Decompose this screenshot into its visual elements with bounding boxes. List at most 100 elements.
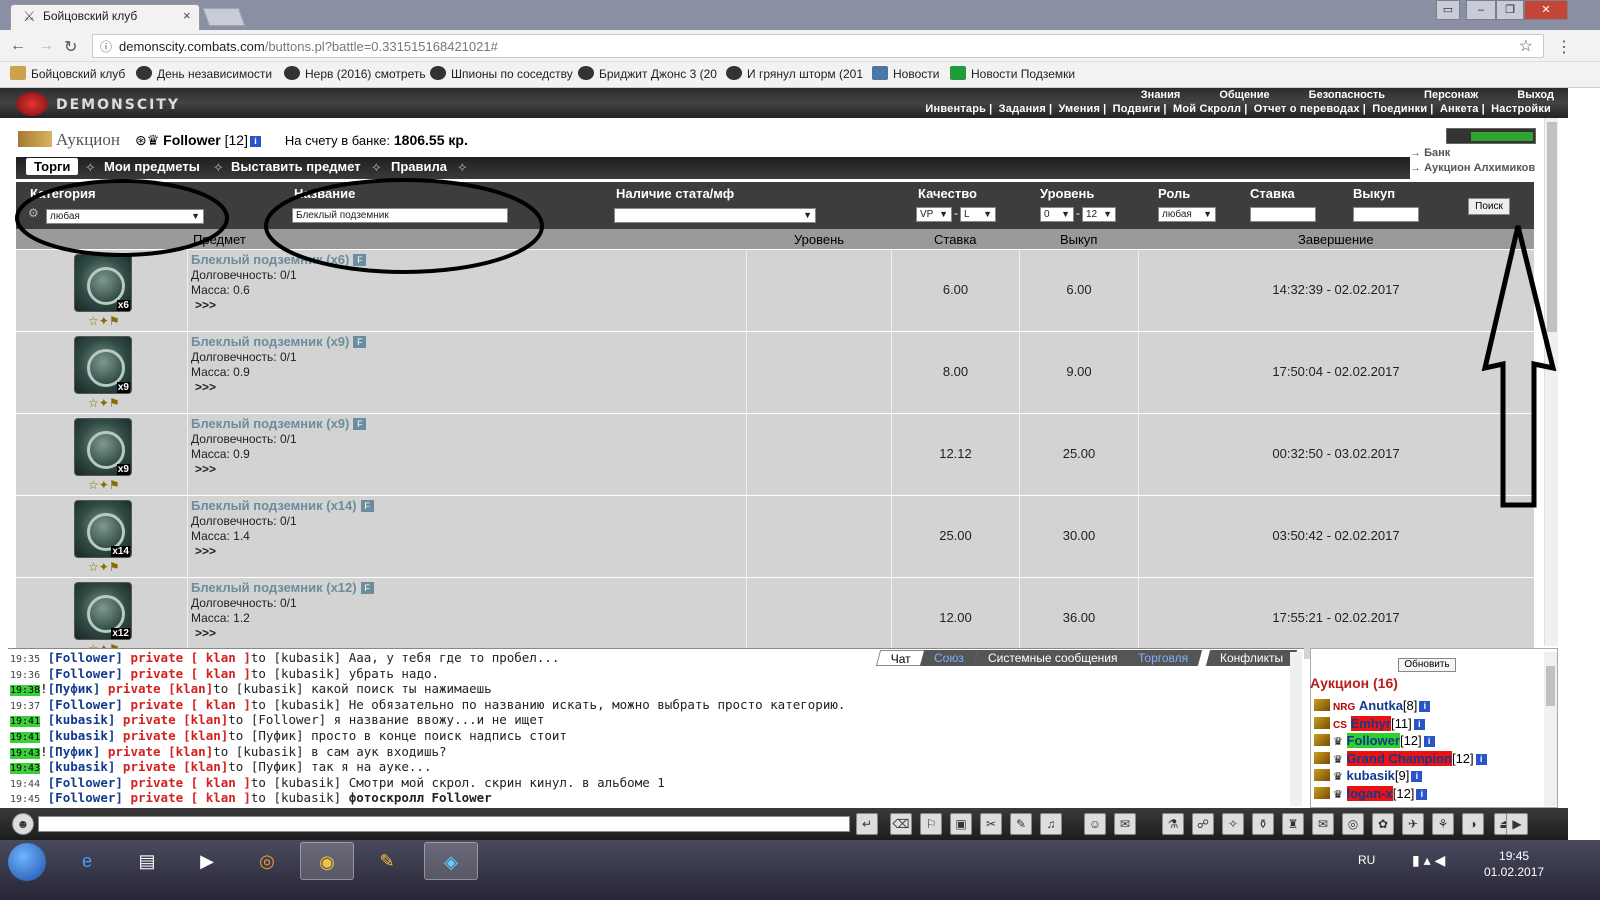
target-icon[interactable]: ◎ <box>1342 813 1364 835</box>
chat-tab-conflicts[interactable]: Конфликты <box>1205 650 1298 666</box>
side-link-bank[interactable]: → Банк <box>1410 146 1538 161</box>
address-bar[interactable]: ⓘ demonscity.combats.com/buttons.pl?batt… <box>92 34 1544 58</box>
chat-private-tag[interactable]: private [ klan ] <box>130 650 250 665</box>
chat-private-tag[interactable]: private [ klan ] <box>130 790 250 805</box>
chat-recipient[interactable]: to [kubasik] <box>213 681 303 696</box>
chat-time[interactable]: 19:45 <box>10 794 40 805</box>
item-more-link[interactable]: >>> <box>195 380 366 395</box>
chat-recipient[interactable]: to [Follower] <box>228 712 326 727</box>
item-icon[interactable]: x12 <box>74 582 132 640</box>
item-more-link[interactable]: >>> <box>195 544 374 559</box>
chat-recipient[interactable]: to [Пуфик] <box>228 728 303 743</box>
language-indicator[interactable]: RU <box>1358 853 1375 867</box>
user-nick[interactable]: Follower <box>1346 733 1400 748</box>
forum-icon[interactable]: F <box>353 254 367 266</box>
item-icon[interactable]: x9 <box>74 418 132 476</box>
private-arrow-icon[interactable] <box>1314 734 1330 746</box>
submenu-settings[interactable]: Настройки <box>1491 103 1551 115</box>
quality-to-select[interactable]: L <box>960 207 996 222</box>
item-action-icons[interactable]: ☆✦⚑ <box>88 478 120 492</box>
travel-icon[interactable]: ✈ <box>1402 813 1424 835</box>
explorer-icon[interactable]: ▤ <box>120 842 174 880</box>
item-name-link[interactable]: Блеклый подземник (x14) <box>191 498 357 513</box>
chat-recipient[interactable]: to [kubasik] <box>251 666 341 681</box>
flower-icon[interactable]: ✿ <box>1372 813 1394 835</box>
chat-private-tag[interactable]: private [klan] <box>108 744 213 759</box>
info-icon[interactable]: i <box>1416 788 1428 800</box>
level-to-select[interactable]: 12 <box>1082 207 1116 222</box>
chat-time[interactable]: 19:36 <box>10 670 40 681</box>
submenu-transfers[interactable]: Отчет о переводах <box>1254 103 1360 115</box>
chat-time[interactable]: 19:41 <box>10 732 41 743</box>
lightshot-icon[interactable]: ◈ <box>424 842 478 880</box>
tray-icons[interactable]: ▮ ▴ ◀ <box>1412 852 1445 869</box>
chat-tab-trade[interactable]: Торговля <box>1123 650 1203 666</box>
mail-icon[interactable]: ✉ <box>1114 813 1136 835</box>
chat-private-tag[interactable]: private [klan] <box>123 728 228 743</box>
search-button[interactable]: Поиск <box>1468 198 1510 215</box>
play-icon[interactable]: ▶ <box>1506 813 1528 835</box>
bookmark-item[interactable]: И грянул шторм (201 <box>726 66 863 81</box>
chat-time[interactable]: 19:41 <box>10 716 41 728</box>
item-more-link[interactable]: >>> <box>195 298 366 313</box>
tab-rules[interactable]: Правила <box>383 158 455 175</box>
tower-icon[interactable]: ♜ <box>1282 813 1304 835</box>
info-icon[interactable]: ⓘ <box>100 38 112 55</box>
chat-time[interactable]: 19:44 <box>10 779 40 790</box>
message-icon[interactable]: ✉ <box>1312 813 1334 835</box>
stat-select[interactable] <box>614 208 816 223</box>
bookmark-item[interactable]: Бойцовский клуб <box>10 66 125 81</box>
chat-sender[interactable]: [Follower] <box>48 650 123 665</box>
forum-icon[interactable]: F <box>353 336 367 348</box>
bookmark-item[interactable]: Новости Подземки <box>950 66 1075 81</box>
info-icon[interactable]: i <box>249 136 261 147</box>
level-from-select[interactable]: 0 <box>1040 207 1074 222</box>
close-tab-icon[interactable]: × <box>183 8 191 23</box>
private-arrow-icon[interactable] <box>1314 699 1330 711</box>
tab-my-items[interactable]: Мои предметы <box>96 158 208 175</box>
chat-time[interactable]: 19:35 <box>10 654 40 665</box>
minimize-button[interactable]: – <box>1466 0 1496 20</box>
bookmark-star-icon[interactable]: ☆ <box>1519 36 1533 56</box>
buyout-input[interactable] <box>1353 207 1419 222</box>
menu-personazh[interactable]: Персонаж <box>1424 89 1478 101</box>
menu-znaniya[interactable]: Знания <box>1141 89 1180 101</box>
chat-time[interactable]: 19:38 <box>10 685 41 697</box>
chat-private-tag[interactable]: private [ klan ] <box>130 666 250 681</box>
chrome-icon[interactable]: ◉ <box>300 842 354 880</box>
bookmark-item[interactable]: День независимости <box>136 66 272 81</box>
chat-private-tag[interactable]: private [ klan ] <box>130 775 250 790</box>
bookmark-item[interactable]: Шпионы по соседству <box>430 66 573 81</box>
bookmark-item[interactable]: Бриджит Джонс 3 (20 <box>578 66 717 81</box>
chat-recipient[interactable]: to [kubasik] <box>251 775 341 790</box>
online-scrollbar[interactable] <box>1544 652 1557 806</box>
chat-time[interactable]: 19:43 <box>10 763 41 775</box>
new-tab-button[interactable] <box>202 8 246 26</box>
chat-recipient[interactable]: to [Пуфик] <box>228 759 303 774</box>
chat-private-tag[interactable]: private [klan] <box>108 681 213 696</box>
smile-cut-icon[interactable]: ✂ <box>980 813 1002 835</box>
chat-recipient[interactable]: to [kubasik] <box>213 744 303 759</box>
user-nick[interactable]: kubasik <box>1347 768 1395 783</box>
chat-recipient[interactable]: to [kubasik] <box>251 790 341 805</box>
submenu-inventory[interactable]: Инвентарь <box>925 103 986 115</box>
filter-icon[interactable]: ⚐ <box>920 813 942 835</box>
chat-tab-system[interactable]: Системные сообщения <box>973 650 1132 666</box>
close-window-button[interactable]: ✕ <box>1524 0 1568 20</box>
item-icon[interactable]: x14 <box>74 500 132 558</box>
item-name-link[interactable]: Блеклый подземник (x12) <box>191 580 357 595</box>
item-name-link[interactable]: Блеклый подземник (x9) <box>191 416 349 431</box>
translit-icon[interactable]: ✎ <box>1010 813 1032 835</box>
menu-obshchenie[interactable]: Общение <box>1219 89 1269 101</box>
chat-private-tag[interactable]: private [klan] <box>123 759 228 774</box>
page-scrollbar[interactable] <box>1544 118 1558 646</box>
herb-icon[interactable]: ⚘ <box>1432 813 1454 835</box>
submenu-battles[interactable]: Поединки <box>1372 103 1427 115</box>
menu-bezopasnost[interactable]: Безопасность <box>1309 89 1385 101</box>
chat-private-tag[interactable]: private [ klan ] <box>130 697 250 712</box>
browser-tab[interactable]: ⚔ Бойцовский клуб × <box>10 4 200 30</box>
chat-sender[interactable]: [kubasik] <box>48 712 116 727</box>
private-arrow-icon[interactable] <box>1314 769 1330 781</box>
profile-button[interactable]: ▭ <box>1436 0 1460 20</box>
chat-sender[interactable]: [Follower] <box>48 666 123 681</box>
